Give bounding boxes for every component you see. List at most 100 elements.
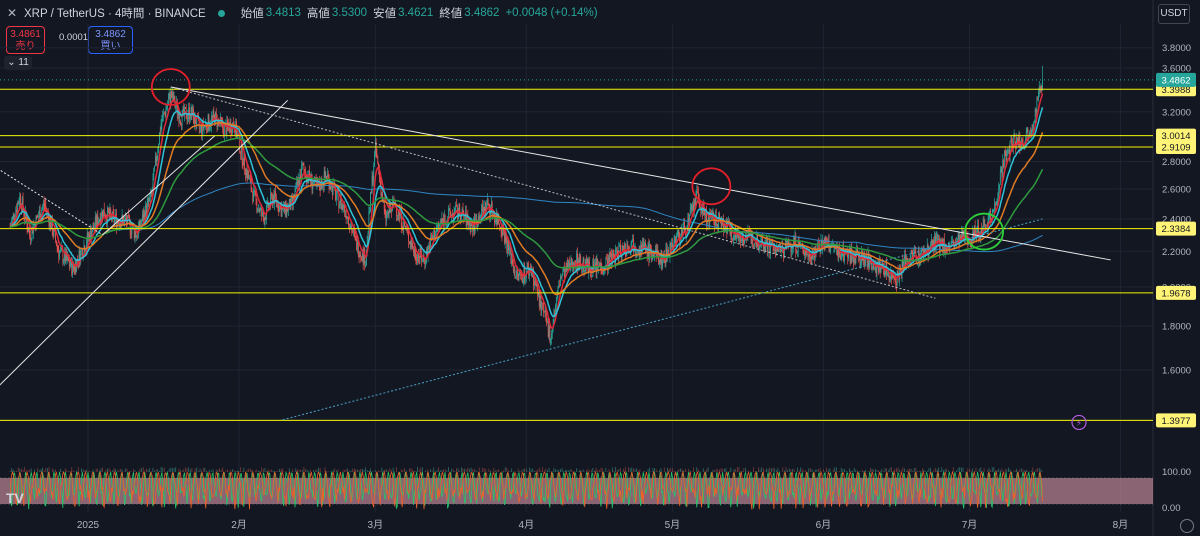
candle-body xyxy=(561,275,563,278)
candle-body xyxy=(303,164,305,170)
candle-body xyxy=(696,191,698,193)
candle-body xyxy=(509,247,511,250)
candle-body xyxy=(365,265,366,267)
candle-body xyxy=(676,234,678,236)
candle-body xyxy=(278,209,280,212)
candle-body xyxy=(551,329,553,335)
candle-body xyxy=(610,252,612,254)
candle-body xyxy=(371,175,373,193)
candle-body xyxy=(624,243,626,254)
candle-body xyxy=(650,244,651,250)
y-tick-label: 1.6000 xyxy=(1162,366,1191,377)
candle-body xyxy=(226,120,228,136)
candle-body xyxy=(455,205,457,209)
candle-body xyxy=(256,199,258,212)
candle-body xyxy=(428,246,430,248)
candle-body xyxy=(677,229,679,235)
candle-body xyxy=(957,235,959,239)
candle-body xyxy=(175,106,177,108)
candle-body xyxy=(659,259,660,264)
settings-icon[interactable] xyxy=(1180,519,1194,533)
candle-body xyxy=(506,241,508,252)
candle-body xyxy=(21,198,23,211)
candle-body xyxy=(381,193,383,196)
candle-body xyxy=(43,202,45,205)
candle-body xyxy=(279,205,280,212)
candle-body xyxy=(535,283,537,286)
candle-body xyxy=(1010,139,1012,142)
candle-body xyxy=(263,219,265,225)
candle-body xyxy=(304,169,306,172)
candle-body xyxy=(880,267,882,273)
candle-body xyxy=(353,229,354,233)
candle-body xyxy=(488,204,490,207)
candle-body xyxy=(662,260,664,268)
candle-body xyxy=(154,156,156,166)
candle-body xyxy=(128,215,129,217)
candle-body xyxy=(992,210,994,214)
candle-body xyxy=(733,235,735,240)
candle-body xyxy=(343,204,345,209)
candle-body xyxy=(160,124,162,133)
candle-body xyxy=(154,165,155,169)
candle-body xyxy=(159,132,161,134)
candle-body xyxy=(810,259,812,261)
candle-body xyxy=(603,270,604,274)
candle-body xyxy=(548,325,550,337)
candle-body xyxy=(28,230,30,233)
candle-body xyxy=(258,208,259,210)
candle-body xyxy=(141,214,143,222)
candle-body xyxy=(38,216,39,218)
candle-body xyxy=(182,108,184,111)
candle-body xyxy=(69,265,71,267)
candle-body xyxy=(955,242,957,244)
candle-body xyxy=(179,120,181,123)
candle-body xyxy=(81,249,82,251)
candle-body xyxy=(1036,98,1038,112)
candle-body xyxy=(259,208,261,213)
price-chart[interactable]: 3.80003.60003.40003.20003.00002.80002.60… xyxy=(0,0,1200,536)
candle-body xyxy=(694,200,696,206)
candle-body xyxy=(384,209,386,213)
candle-body xyxy=(606,259,608,261)
candle-body xyxy=(1034,108,1036,122)
candle-body xyxy=(342,204,344,209)
candle-body xyxy=(396,215,398,216)
candle-body xyxy=(444,214,446,223)
candle-body xyxy=(345,211,347,219)
candle-body xyxy=(178,112,180,123)
candle-body xyxy=(58,250,60,258)
candle-body xyxy=(30,239,32,241)
candle-body xyxy=(169,93,171,104)
candle-body xyxy=(253,190,255,191)
candle-body xyxy=(507,239,509,252)
candle-body xyxy=(327,174,328,179)
candle-body xyxy=(500,227,502,233)
candle-body xyxy=(983,218,985,227)
candle-body xyxy=(55,240,57,246)
candle-body xyxy=(29,235,31,240)
candle-body xyxy=(433,230,435,237)
candle-body xyxy=(744,239,746,244)
x-tick-label: 6月 xyxy=(816,519,832,531)
candle-body xyxy=(550,339,552,343)
candle-body xyxy=(387,212,389,216)
candle-body xyxy=(555,300,557,306)
candle-body xyxy=(418,257,420,259)
candle-body xyxy=(714,221,716,226)
candle-body xyxy=(889,276,891,280)
candle-body xyxy=(162,115,164,122)
candle-body xyxy=(637,251,639,254)
candle-body xyxy=(356,238,358,251)
x-tick-label: 7月 xyxy=(962,519,978,531)
candle-body xyxy=(339,204,341,208)
candle-body xyxy=(518,272,520,280)
candle-body xyxy=(201,125,203,135)
candle-body xyxy=(281,208,283,217)
candle-body xyxy=(946,248,948,250)
candle-body xyxy=(59,251,60,258)
y-tick-label: 2.6000 xyxy=(1162,185,1191,196)
candle-body xyxy=(796,250,798,253)
candle-body xyxy=(716,224,718,226)
candle-body xyxy=(689,209,691,215)
